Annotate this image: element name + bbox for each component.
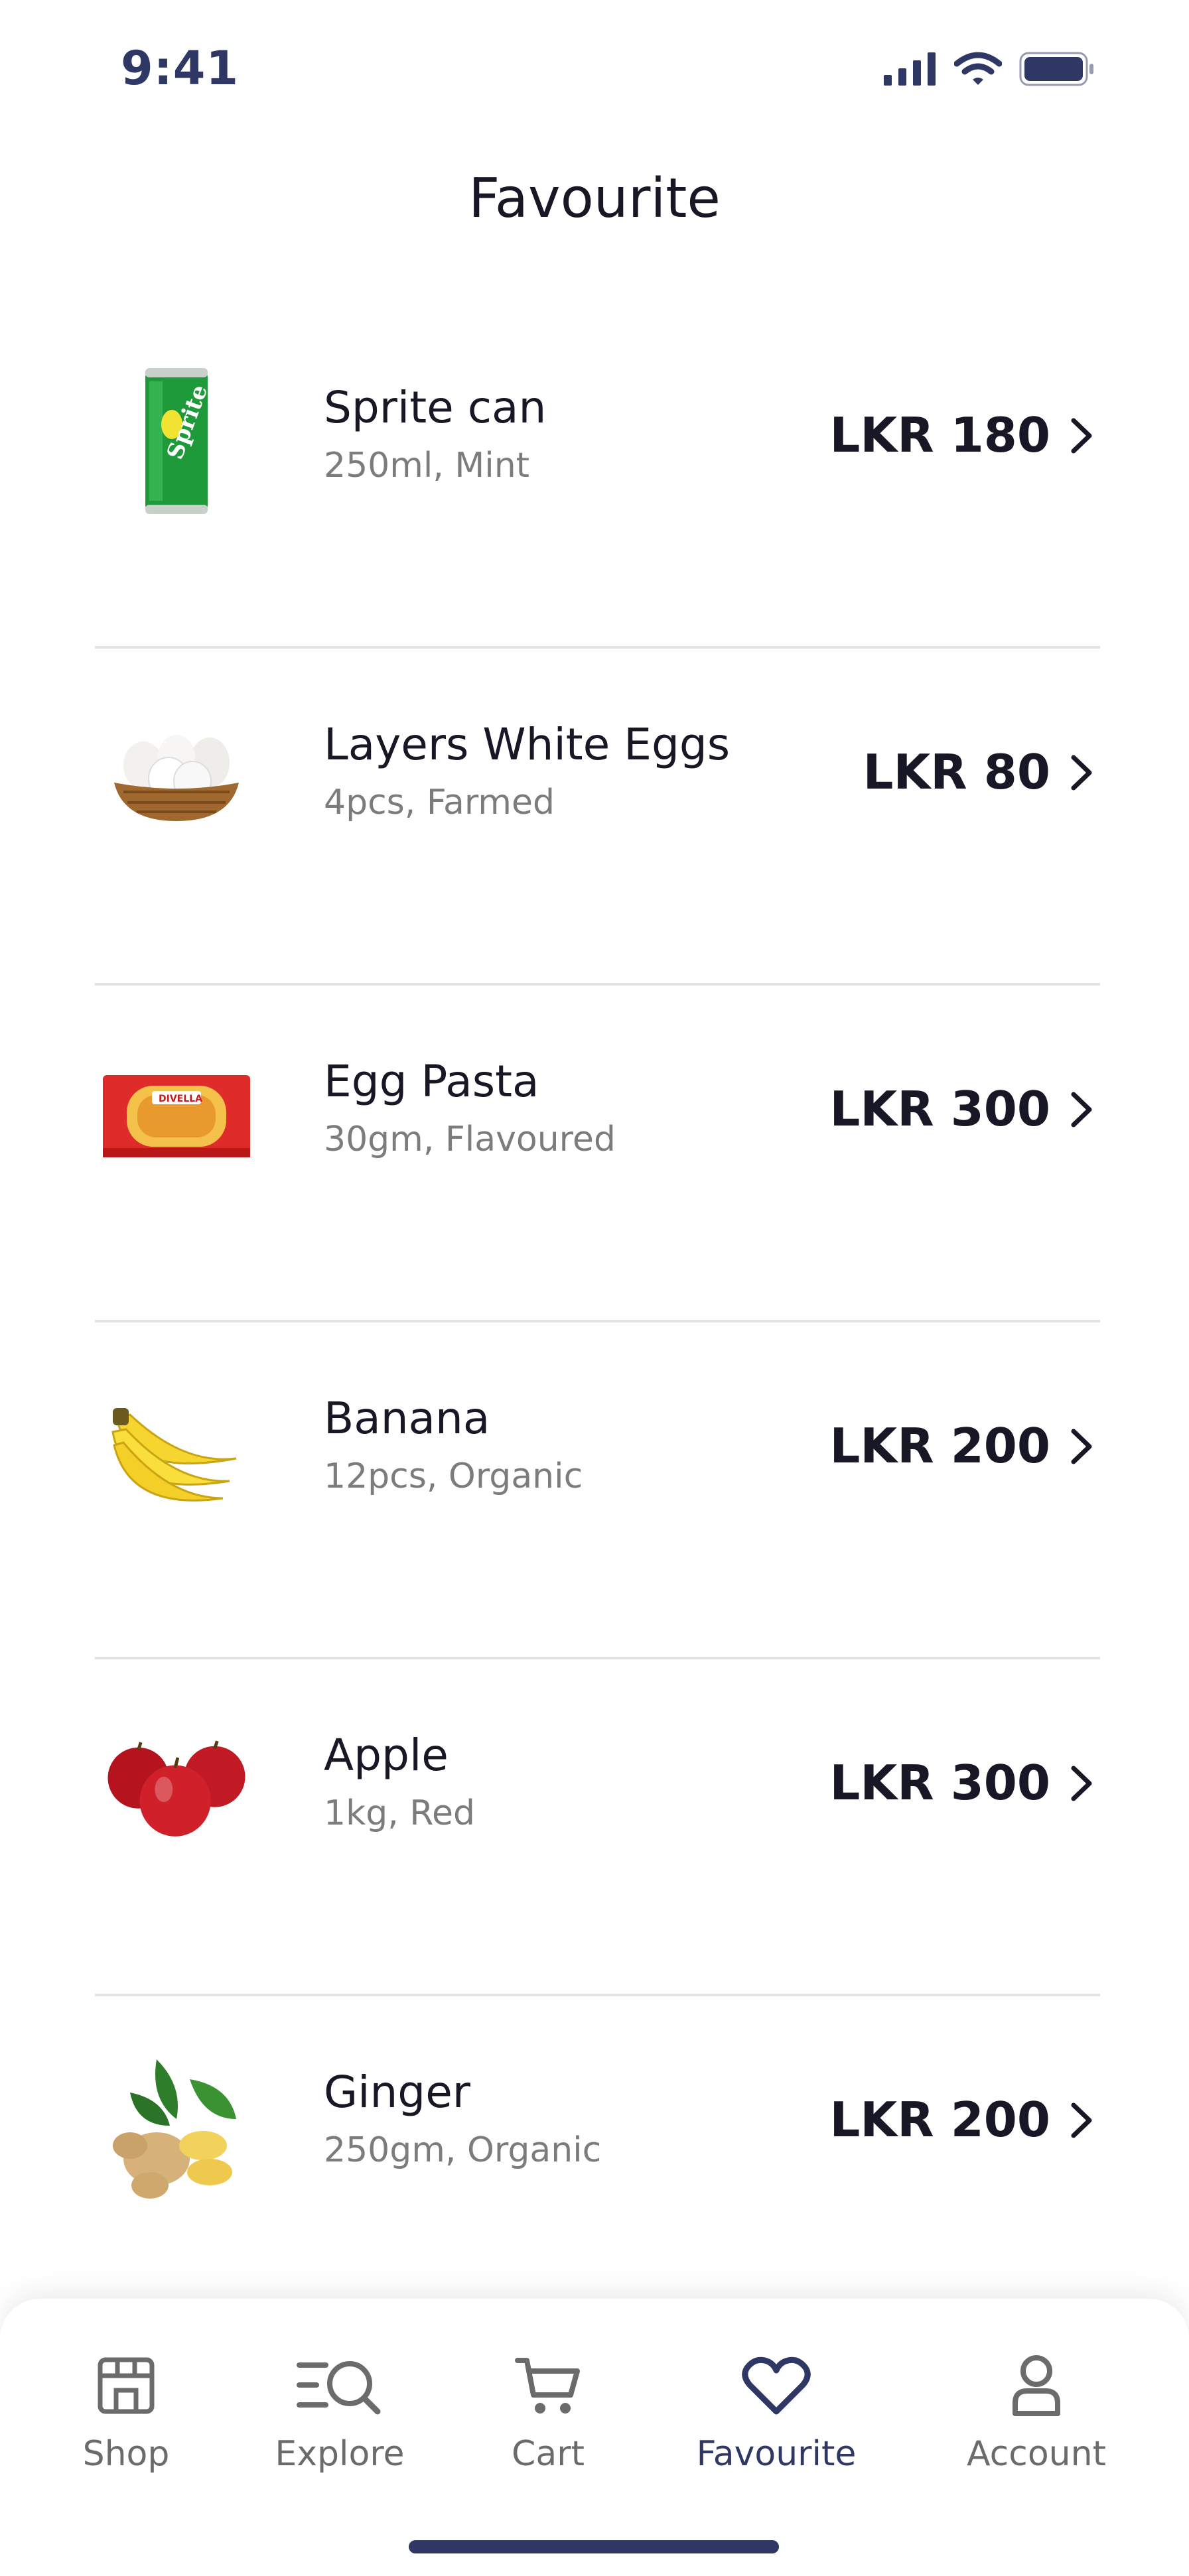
tab-cart[interactable]: Cart [449,2349,648,2474]
signal-icon [884,52,936,86]
item-price: LKR 200 [829,2092,1050,2148]
list-item[interactable]: DIVELLA Egg Pasta 30gm, Flavoured LKR 30… [95,986,1100,1322]
list-item[interactable]: Layers White Eggs 4pcs, Farmed LKR 80 [95,649,1100,986]
item-name: Sprite can [324,382,547,433]
list-item[interactable]: Apple 1kg, Red LKR 300 [95,1659,1100,1996]
tab-label: Shop [82,2434,170,2474]
battery-icon [1019,52,1093,86]
status-icons [884,52,1096,86]
status-bar: 9:41 [0,0,1189,133]
item-price: LKR 300 [829,1755,1050,1811]
eggs-basket-image [100,695,253,861]
list-item[interactable]: Banana 12pcs, Organic LKR 200 [95,1322,1100,1659]
item-name: Apple [324,1730,449,1781]
item-info: Egg Pasta 30gm, Flavoured [324,1060,616,1157]
list-item[interactable]: Ginger 250gm, Organic LKR 200 [95,1996,1100,2333]
bottom-nav: Shop Explore Cart Favourite Account [0,2299,1189,2576]
chevron-right-icon[interactable] [1060,2097,1100,2144]
item-detail: 30gm, Flavoured [324,1120,616,1159]
item-name: Banana [324,1393,490,1444]
tab-explore[interactable]: Explore [240,2349,439,2474]
chevron-right-icon[interactable] [1060,1423,1100,1470]
favourite-list: Sprite Sprite can 250ml, Mint LKR 180 La… [95,312,1100,2333]
tab-account[interactable]: Account [937,2349,1136,2474]
item-info: Sprite can 250ml, Mint [324,386,546,483]
heart-icon [742,2356,811,2415]
list-item[interactable]: Sprite Sprite can 250ml, Mint LKR 180 [95,312,1100,649]
item-detail: 4pcs, Farmed [324,783,555,822]
item-detail: 1kg, Red [324,1793,476,1833]
tab-label: Account [967,2434,1106,2474]
item-price: LKR 80 [863,744,1050,800]
item-detail: 250ml, Mint [324,446,530,485]
user-icon [1013,2355,1060,2416]
chevron-right-icon[interactable] [1060,1086,1100,1133]
item-detail: 250gm, Organic [324,2130,602,2170]
item-info: Banana 12pcs, Organic [324,1397,583,1494]
wifi-icon [954,52,1002,85]
tab-label: Explore [275,2434,405,2474]
store-icon [98,2357,155,2414]
item-info: Layers White Eggs 4pcs, Farmed [324,723,730,820]
item-price: LKR 200 [829,1418,1050,1474]
item-name: Egg Pasta [324,1056,539,1107]
item-info: Apple 1kg, Red [324,1734,475,1831]
chevron-right-icon[interactable] [1060,1760,1100,1807]
item-detail: 12pcs, Organic [324,1456,583,1496]
home-indicator[interactable] [409,2540,779,2553]
chevron-right-icon[interactable] [1060,749,1100,796]
cart-icon [515,2358,580,2414]
ginger-image [100,2043,253,2209]
sprite-can-image: Sprite [100,358,253,524]
page-title: Favourite [468,167,721,230]
chevron-right-icon[interactable] [1060,413,1100,459]
item-price: LKR 180 [829,407,1050,463]
item-name: Ginger [324,2067,470,2118]
explore-icon [297,2361,381,2415]
banana-image [100,1369,253,1535]
tab-label: Cart [512,2434,585,2474]
tab-label: Favourite [696,2434,857,2474]
item-name: Layers White Eggs [324,719,731,770]
pasta-pack-image: DIVELLA [100,1032,253,1198]
tab-favourite[interactable]: Favourite [677,2349,876,2474]
status-time: 9:41 [121,41,240,96]
item-info: Ginger 250gm, Organic [324,2067,602,2170]
apple-image [100,1706,253,1872]
tab-shop[interactable]: Shop [27,2349,226,2474]
svg-text:DIVELLA: DIVELLA [159,1094,202,1104]
item-price: LKR 300 [829,1081,1050,1137]
